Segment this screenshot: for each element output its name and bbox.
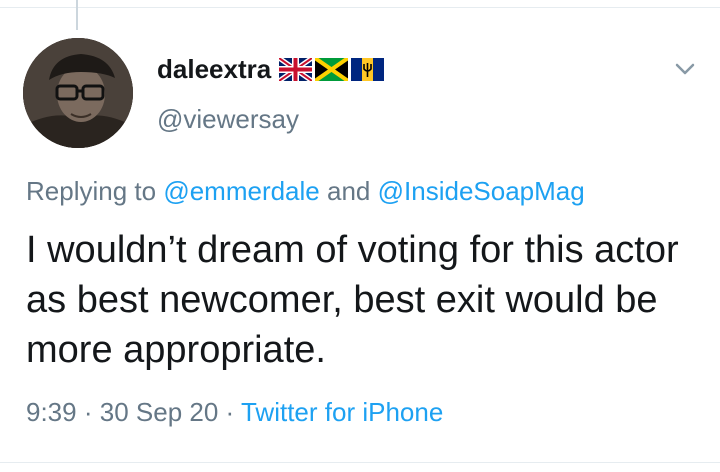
tweet-text: I wouldn’t dream of voting for this acto… bbox=[26, 229, 679, 371]
flag-emojis bbox=[279, 58, 385, 81]
thread-connector-line bbox=[76, 0, 78, 30]
tweet-date: 30 Sep 20 bbox=[99, 397, 219, 427]
replying-to-label: Replying to bbox=[26, 176, 157, 206]
author-display-name[interactable]: daleextra bbox=[157, 54, 271, 85]
jamaica-flag-icon bbox=[315, 58, 349, 81]
bottom-divider bbox=[0, 462, 720, 463]
tweet-meta: 9:39 · 30 Sep 20 · Twitter for iPhone bbox=[26, 397, 443, 428]
mention-link-insidesoapmag[interactable]: @InsideSoapMag bbox=[378, 176, 585, 206]
tweet-source-link[interactable]: Twitter for iPhone bbox=[241, 397, 443, 427]
meta-separator: · bbox=[83, 397, 93, 427]
chevron-down-icon[interactable] bbox=[672, 59, 698, 79]
author-name-row: daleextra bbox=[157, 54, 385, 85]
author-handle[interactable]: @viewersay bbox=[157, 104, 299, 135]
replying-to-conjunction: and bbox=[327, 176, 371, 206]
mention-link-emmerdale[interactable]: @emmerdale bbox=[163, 176, 319, 206]
united-kingdom-flag-icon bbox=[279, 58, 313, 81]
replying-to-line: Replying to @emmerdale and @InsideSoapMa… bbox=[26, 176, 585, 207]
avatar[interactable] bbox=[23, 38, 133, 148]
meta-separator: · bbox=[225, 397, 235, 427]
avatar-image bbox=[23, 38, 133, 148]
barbados-flag-icon bbox=[351, 58, 385, 81]
top-divider bbox=[0, 7, 720, 8]
tweet-time: 9:39 bbox=[26, 397, 77, 427]
